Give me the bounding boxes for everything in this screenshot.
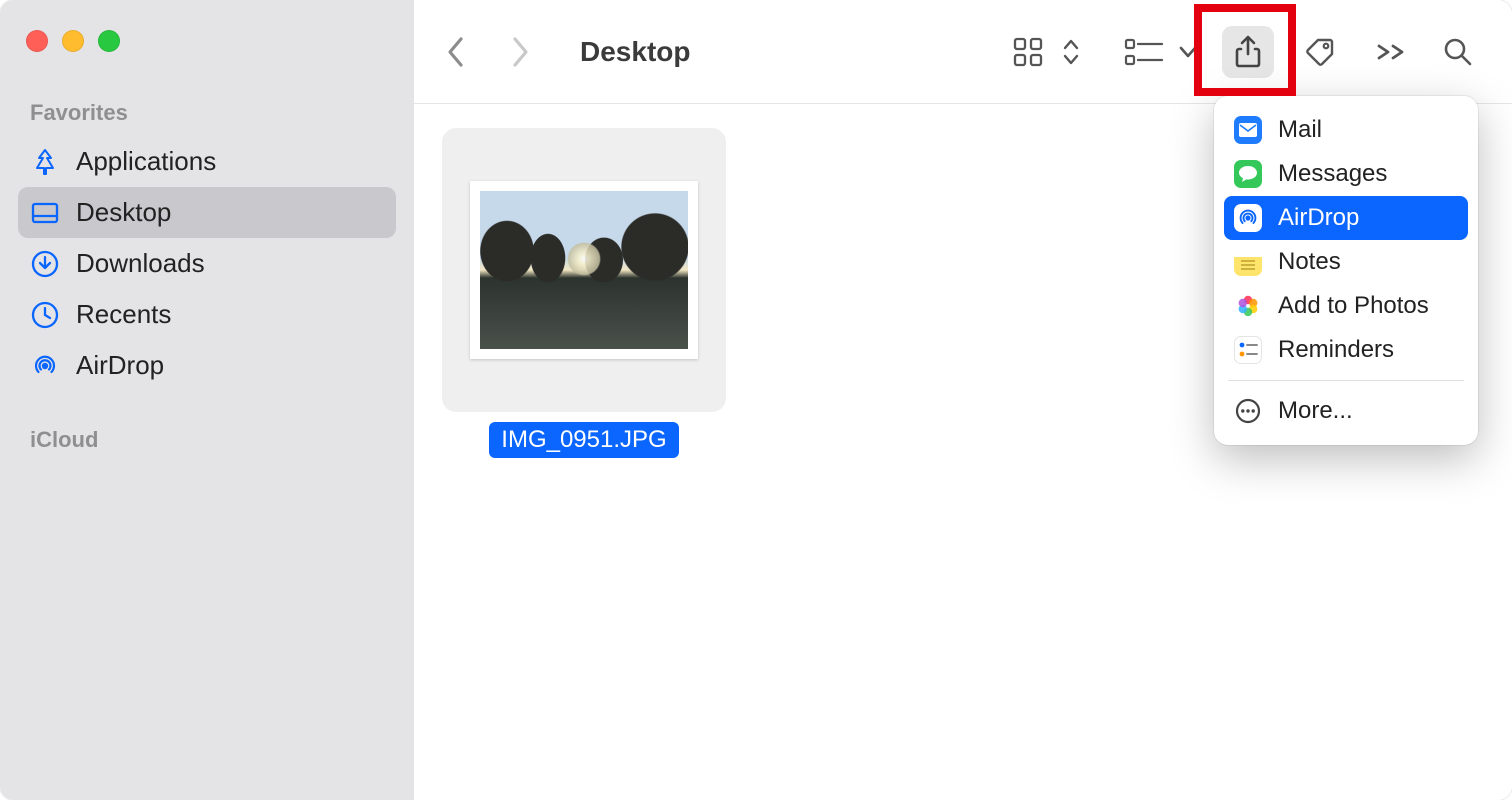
more-icon [1234, 397, 1262, 425]
photos-icon [1234, 292, 1262, 320]
window-controls [26, 30, 396, 52]
menu-item-label: Messages [1278, 160, 1387, 188]
share-menu-item-airdrop[interactable]: AirDrop [1224, 196, 1468, 240]
back-button[interactable] [442, 33, 470, 71]
tags-button[interactable] [1294, 26, 1346, 78]
window-title: Desktop [580, 36, 964, 68]
search-button[interactable] [1432, 26, 1484, 78]
airdrop-menu-icon [1234, 204, 1262, 232]
menu-separator [1228, 380, 1464, 381]
file-thumbnail [442, 128, 726, 412]
sidebar-item-recents[interactable]: Recents [18, 289, 396, 340]
share-menu: Mail Messages AirDrop Notes Add [1214, 96, 1478, 445]
sidebar-section-icloud: iCloud [30, 427, 396, 453]
sidebar-item-airdrop[interactable]: AirDrop [18, 340, 396, 391]
sidebar-item-label: Downloads [76, 248, 205, 279]
toolbar: Desktop [414, 0, 1512, 104]
menu-item-label: More... [1278, 397, 1353, 425]
sidebar-section-favorites: Favorites [30, 100, 396, 126]
updown-chevron-icon[interactable] [1062, 37, 1080, 67]
file-name-label[interactable]: IMG_0951.JPG [489, 422, 678, 458]
share-menu-item-mail[interactable]: Mail [1224, 108, 1468, 152]
share-menu-item-more[interactable]: More... [1224, 389, 1468, 433]
menu-item-label: Add to Photos [1278, 292, 1429, 320]
sidebar-item-label: Recents [76, 299, 171, 330]
sidebar-item-label: Desktop [76, 197, 171, 228]
zoom-window-button[interactable] [98, 30, 120, 52]
sidebar-item-label: Applications [76, 146, 216, 177]
menu-item-label: AirDrop [1278, 204, 1359, 232]
photo-preview [470, 181, 698, 359]
more-toolbar-button[interactable] [1366, 26, 1418, 78]
share-button[interactable] [1222, 26, 1274, 78]
forward-button[interactable] [506, 33, 534, 71]
share-menu-item-photos[interactable]: Add to Photos [1224, 284, 1468, 328]
share-menu-item-notes[interactable]: Notes [1224, 240, 1468, 284]
menu-item-label: Mail [1278, 116, 1322, 144]
share-menu-item-reminders[interactable]: Reminders [1224, 328, 1468, 372]
share-menu-item-messages[interactable]: Messages [1224, 152, 1468, 196]
menu-item-label: Notes [1278, 248, 1341, 276]
messages-icon [1234, 160, 1262, 188]
close-window-button[interactable] [26, 30, 48, 52]
mail-icon [1234, 116, 1262, 144]
reminders-icon [1234, 336, 1262, 364]
sidebar: Favorites Applications Desktop Downloads… [0, 0, 414, 800]
sidebar-item-downloads[interactable]: Downloads [18, 238, 396, 289]
minimize-window-button[interactable] [62, 30, 84, 52]
file-item[interactable]: IMG_0951.JPG [442, 128, 726, 458]
applications-icon [30, 147, 60, 177]
view-as-icons-button[interactable] [1002, 26, 1054, 78]
sidebar-item-desktop[interactable]: Desktop [18, 187, 396, 238]
notes-icon [1234, 248, 1262, 276]
menu-item-label: Reminders [1278, 336, 1394, 364]
nav-controls [442, 33, 534, 71]
sidebar-item-label: AirDrop [76, 350, 164, 381]
desktop-icon [30, 198, 60, 228]
downloads-icon [30, 249, 60, 279]
sidebar-item-applications[interactable]: Applications [18, 136, 396, 187]
airdrop-icon [30, 351, 60, 381]
recents-icon [30, 300, 60, 330]
chevron-down-icon[interactable] [1178, 45, 1198, 59]
group-by-button[interactable] [1118, 26, 1170, 78]
